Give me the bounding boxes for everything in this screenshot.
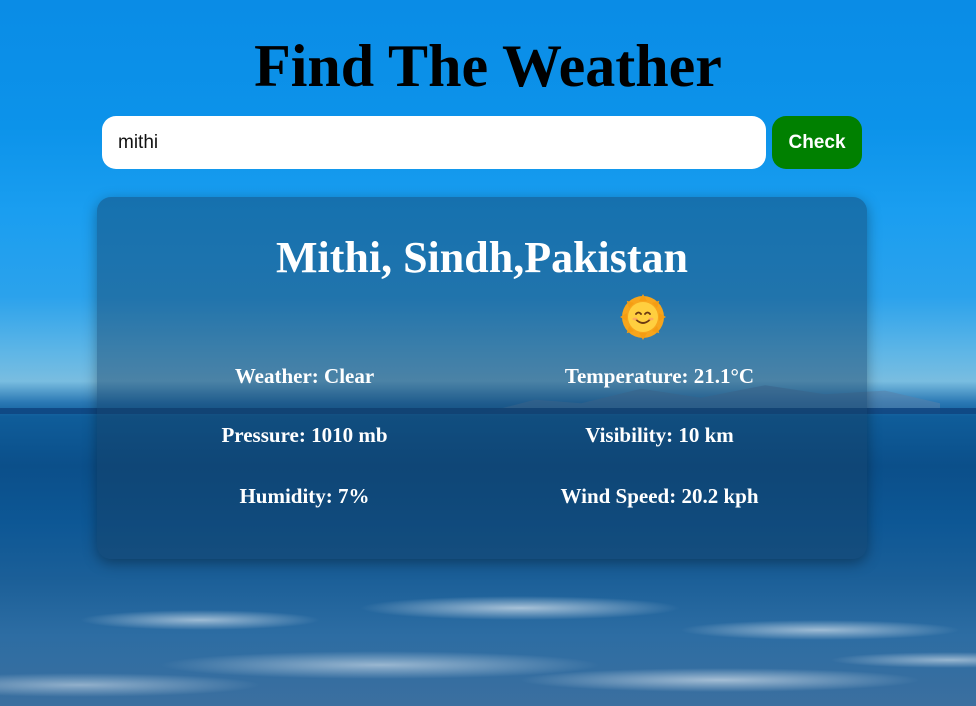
pressure: Pressure: 1010 mb [221, 423, 388, 447]
page-title: Find The Weather [254, 33, 722, 99]
weather-card: Mithi, Sindh,Pakistan Weather: Clear Tem… [97, 197, 867, 559]
check-button[interactable]: Check [772, 116, 862, 169]
weather-condition: Weather: Clear [234, 364, 375, 388]
search-bar: Check [102, 116, 862, 169]
smiling-sun-icon [620, 294, 666, 340]
sea-foam [0, 560, 976, 706]
visibility: Visibility: 10 km [585, 423, 734, 447]
humidity: Humidity: 7% [239, 484, 370, 508]
city-search-input[interactable] [102, 116, 766, 169]
location-heading: Mithi, Sindh,Pakistan [275, 233, 689, 282]
temperature: Temperature: 21.1°C [564, 364, 755, 388]
wind-speed: Wind Speed: 20.2 kph [560, 484, 759, 508]
